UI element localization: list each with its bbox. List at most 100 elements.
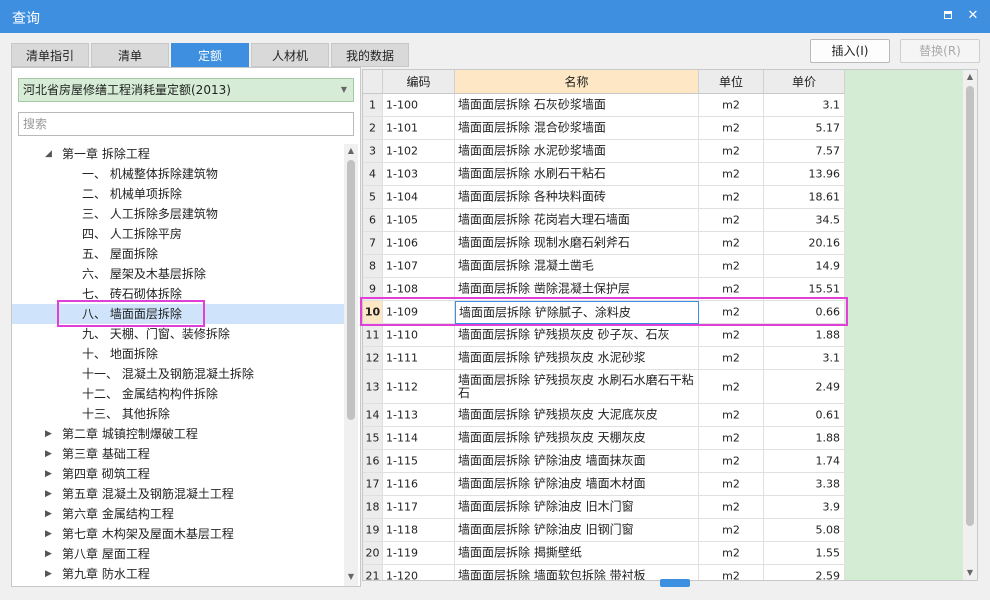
tree-section[interactable]: 一、 机械整体拆除建筑物 — [12, 164, 344, 184]
price-cell[interactable]: 15.51 — [764, 278, 845, 301]
table-row[interactable]: 19 1-118 墙面面层拆除 铲除油皮 旧钢门窗 m2 5.08 — [363, 519, 845, 542]
tree-section[interactable]: 八、 墙面面层拆除 — [12, 304, 344, 324]
unit-cell[interactable]: m2 — [699, 427, 764, 450]
unit-cell[interactable]: m2 — [699, 450, 764, 473]
unit-cell[interactable]: m2 — [699, 542, 764, 565]
expand-icon[interactable]: ▶ — [45, 564, 52, 584]
name-cell[interactable]: 墙面面层拆除 铲除油皮 墙面抹灰面 — [455, 450, 699, 473]
search-input[interactable] — [18, 112, 354, 136]
tab-2[interactable]: 定额 — [171, 43, 249, 67]
insert-button[interactable]: 插入(I) — [810, 39, 890, 63]
price-cell[interactable]: 3.1 — [764, 94, 845, 117]
unit-cell[interactable]: m2 — [699, 473, 764, 496]
code-cell[interactable]: 1-111 — [383, 347, 455, 370]
code-cell[interactable]: 1-101 — [383, 117, 455, 140]
price-cell[interactable]: 5.08 — [764, 519, 845, 542]
name-cell[interactable]: 墙面面层拆除 水泥砂浆墙面 — [455, 140, 699, 163]
unit-cell[interactable]: m2 — [699, 163, 764, 186]
row-index[interactable]: 6 — [363, 209, 383, 232]
code-cell[interactable]: 1-114 — [383, 427, 455, 450]
price-cell[interactable]: 1.88 — [764, 427, 845, 450]
code-cell[interactable]: 1-107 — [383, 255, 455, 278]
unit-cell[interactable]: m2 — [699, 140, 764, 163]
name-cell[interactable]: 墙面面层拆除 铲除油皮 墙面木材面 — [455, 473, 699, 496]
close-button[interactable]: ✕ — [963, 7, 983, 25]
code-cell[interactable]: 1-100 — [383, 94, 455, 117]
row-index[interactable]: 8 — [363, 255, 383, 278]
header-code[interactable]: 编码 — [383, 70, 455, 94]
code-cell[interactable]: 1-117 — [383, 496, 455, 519]
price-cell[interactable]: 2.49 — [764, 370, 845, 404]
row-index[interactable]: 18 — [363, 496, 383, 519]
tab-4[interactable]: 我的数据 — [331, 43, 409, 67]
price-cell[interactable]: 1.88 — [764, 324, 845, 347]
tree-chapter[interactable]: ▶ 第五章 混凝土及钢筋混凝土工程 — [12, 484, 344, 504]
table-row[interactable]: 2 1-101 墙面面层拆除 混合砂浆墙面 m2 5.17 — [363, 117, 845, 140]
expand-icon[interactable]: ▶ — [45, 504, 52, 524]
code-cell[interactable]: 1-120 — [383, 565, 455, 580]
row-index[interactable]: 13 — [363, 370, 383, 404]
tree-section[interactable]: 九、 天棚、门窗、装修拆除 — [12, 324, 344, 344]
price-cell[interactable]: 0.66 — [764, 301, 845, 324]
row-index[interactable]: 17 — [363, 473, 383, 496]
row-index[interactable]: 16 — [363, 450, 383, 473]
row-index[interactable]: 7 — [363, 232, 383, 255]
expand-icon[interactable]: ▶ — [45, 444, 52, 464]
name-cell[interactable]: 墙面面层拆除 铲残损灰皮 大泥底灰皮 — [455, 404, 699, 427]
expand-icon[interactable]: ▶ — [45, 484, 52, 504]
unit-cell[interactable]: m2 — [699, 255, 764, 278]
tree-scroll-thumb[interactable] — [347, 160, 355, 420]
tree-chapter[interactable]: ▶ 第七章 木构架及屋面木基层工程 — [12, 524, 344, 544]
table-row[interactable]: 17 1-116 墙面面层拆除 铲除油皮 墙面木材面 m2 3.38 — [363, 473, 845, 496]
code-cell[interactable]: 1-112 — [383, 370, 455, 404]
name-cell[interactable]: 墙面面层拆除 混合砂浆墙面 — [455, 117, 699, 140]
table-row[interactable]: 8 1-107 墙面面层拆除 混凝土凿毛 m2 14.9 — [363, 255, 845, 278]
table-row[interactable]: 6 1-105 墙面面层拆除 花岗岩大理石墙面 m2 34.5 — [363, 209, 845, 232]
name-cell[interactable]: 墙面面层拆除 现制水磨石剁斧石 — [455, 232, 699, 255]
name-cell[interactable]: 墙面面层拆除 铲除油皮 旧木门窗 — [455, 496, 699, 519]
price-cell[interactable]: 34.5 — [764, 209, 845, 232]
code-cell[interactable]: 1-108 — [383, 278, 455, 301]
table-row[interactable]: 11 1-110 墙面面层拆除 铲残损灰皮 砂子灰、石灰 m2 1.88 — [363, 324, 845, 347]
tree-section[interactable]: 十一、 混凝土及钢筋混凝土拆除 — [12, 364, 344, 384]
code-cell[interactable]: 1-115 — [383, 450, 455, 473]
price-cell[interactable]: 3.1 — [764, 347, 845, 370]
name-cell[interactable]: 墙面面层拆除 铲残损灰皮 天棚灰皮 — [455, 427, 699, 450]
row-index[interactable]: 4 — [363, 163, 383, 186]
name-cell[interactable]: 墙面面层拆除 铲除腻子、涂料皮 — [455, 301, 699, 324]
name-cell[interactable]: 墙面面层拆除 凿除混凝土保护层 — [455, 278, 699, 301]
unit-cell[interactable]: m2 — [699, 519, 764, 542]
tree-chapter[interactable]: ◢ 第一章 拆除工程 — [12, 144, 344, 164]
table-row[interactable]: 14 1-113 墙面面层拆除 铲残损灰皮 大泥底灰皮 m2 0.61 — [363, 404, 845, 427]
scroll-down-icon[interactable]: ▼ — [346, 572, 356, 581]
price-cell[interactable]: 0.61 — [764, 404, 845, 427]
table-row[interactable]: 9 1-108 墙面面层拆除 凿除混凝土保护层 m2 15.51 — [363, 278, 845, 301]
row-index[interactable]: 2 — [363, 117, 383, 140]
code-cell[interactable]: 1-116 — [383, 473, 455, 496]
tree-section[interactable]: 十、 地面拆除 — [12, 344, 344, 364]
name-cell[interactable]: 墙面面层拆除 铲残损灰皮 水泥砂浆 — [455, 347, 699, 370]
tree-chapter[interactable]: ▶ 第三章 基础工程 — [12, 444, 344, 464]
price-cell[interactable]: 3.9 — [764, 496, 845, 519]
scroll-down-icon[interactable]: ▼ — [965, 568, 975, 577]
price-cell[interactable]: 7.57 — [764, 140, 845, 163]
table-row[interactable]: 16 1-115 墙面面层拆除 铲除油皮 墙面抹灰面 m2 1.74 — [363, 450, 845, 473]
name-cell[interactable]: 墙面面层拆除 揭撕壁纸 — [455, 542, 699, 565]
row-index[interactable]: 1 — [363, 94, 383, 117]
unit-cell[interactable]: m2 — [699, 324, 764, 347]
unit-cell[interactable]: m2 — [699, 301, 764, 324]
price-cell[interactable]: 14.9 — [764, 255, 845, 278]
row-index[interactable]: 15 — [363, 427, 383, 450]
tree-section[interactable]: 三、 人工拆除多层建筑物 — [12, 204, 344, 224]
tree-section[interactable]: 七、 砖石砌体拆除 — [12, 284, 344, 304]
grid-scroll-thumb[interactable] — [966, 86, 974, 526]
name-cell[interactable]: 墙面面层拆除 混凝土凿毛 — [455, 255, 699, 278]
code-cell[interactable]: 1-106 — [383, 232, 455, 255]
table-row[interactable]: 15 1-114 墙面面层拆除 铲残损灰皮 天棚灰皮 m2 1.88 — [363, 427, 845, 450]
table-row[interactable]: 1 1-100 墙面面层拆除 石灰砂浆墙面 m2 3.1 — [363, 94, 845, 117]
code-cell[interactable]: 1-113 — [383, 404, 455, 427]
row-index[interactable]: 9 — [363, 278, 383, 301]
table-row[interactable]: 3 1-102 墙面面层拆除 水泥砂浆墙面 m2 7.57 — [363, 140, 845, 163]
table-row[interactable]: 4 1-103 墙面面层拆除 水刷石干粘石 m2 13.96 — [363, 163, 845, 186]
unit-cell[interactable]: m2 — [699, 565, 764, 580]
